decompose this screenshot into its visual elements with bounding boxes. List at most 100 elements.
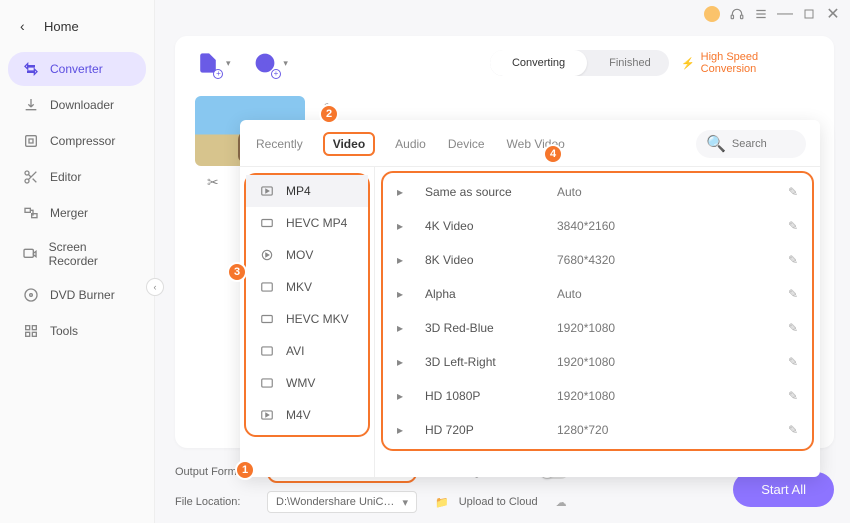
play-icon: ▸	[397, 219, 413, 233]
resolution-same-as-source[interactable]: ▸Same as sourceAuto✎	[383, 175, 812, 209]
format-panel: Recently Video Audio Device Web Video 🔍 …	[240, 120, 820, 477]
sidebar-item-label: Compressor	[50, 134, 115, 148]
play-icon: ▸	[397, 185, 413, 199]
video-file-icon	[258, 184, 276, 198]
tab-converting[interactable]: Converting	[490, 50, 587, 76]
format-wmv[interactable]: WMV	[246, 367, 368, 399]
video-file-icon	[258, 344, 276, 358]
sidebar-item-screen-recorder[interactable]: Screen Recorder	[8, 232, 146, 276]
format-avi[interactable]: AVI	[246, 335, 368, 367]
sidebar-item-label: Merger	[50, 206, 88, 220]
annotation-badge-2: 2	[319, 104, 339, 124]
resolution-hd-720p[interactable]: ▸HD 720P1280*720✎	[383, 413, 812, 447]
format-mov[interactable]: MOV	[246, 239, 368, 271]
add-folder-button[interactable]: + ▾	[252, 50, 277, 76]
edit-preset-icon[interactable]: ✎	[788, 423, 798, 437]
resolution-8k[interactable]: ▸8K Video7680*4320✎	[383, 243, 812, 277]
minimize-icon[interactable]: —	[778, 7, 792, 21]
video-file-icon	[258, 280, 276, 294]
resolution-hd-1080p[interactable]: ▸HD 1080P1920*1080✎	[383, 379, 812, 413]
format-mp4[interactable]: MP4	[246, 175, 368, 207]
sidebar-item-dvd-burner[interactable]: DVD Burner	[8, 278, 146, 312]
hevc-icon	[258, 312, 276, 326]
resolution-list: ▸Same as sourceAuto✎ ▸4K Video3840*2160✎…	[375, 167, 820, 477]
high-speed-conversion[interactable]: ⚡ High Speed Conversion	[681, 51, 814, 75]
tab-video[interactable]: Video	[323, 132, 375, 156]
sidebar-item-converter[interactable]: Converter	[8, 52, 146, 86]
play-icon: ▸	[397, 389, 413, 403]
maximize-icon[interactable]	[802, 7, 816, 21]
format-mkv[interactable]: MKV	[246, 271, 368, 303]
edit-preset-icon[interactable]: ✎	[788, 287, 798, 301]
play-icon: ▸	[397, 253, 413, 267]
play-icon: ▸	[397, 423, 413, 437]
plus-icon: +	[271, 69, 281, 79]
tab-finished[interactable]: Finished	[587, 50, 669, 76]
resolution-4k[interactable]: ▸4K Video3840*2160✎	[383, 209, 812, 243]
sidebar-item-label: DVD Burner	[50, 288, 115, 302]
hevc-icon	[258, 216, 276, 230]
tab-recently[interactable]: Recently	[254, 135, 305, 153]
edit-preset-icon[interactable]: ✎	[788, 219, 798, 233]
edit-preset-icon[interactable]: ✎	[788, 321, 798, 335]
record-icon	[22, 245, 39, 263]
headset-icon[interactable]	[730, 7, 744, 21]
file-location-label: File Location:	[175, 496, 257, 508]
resolution-3d-red-blue[interactable]: ▸3D Red-Blue1920*1080✎	[383, 311, 812, 345]
sidebar-item-compressor[interactable]: Compressor	[8, 124, 146, 158]
resolution-3d-left-right[interactable]: ▸3D Left-Right1920*1080✎	[383, 345, 812, 379]
resolution-alpha[interactable]: ▸AlphaAuto✎	[383, 277, 812, 311]
sidebar: ‹ Home Converter Downloader Compressor E…	[0, 0, 155, 523]
tab-device[interactable]: Device	[446, 135, 487, 153]
merge-icon	[22, 204, 40, 222]
format-m4v[interactable]: M4V	[246, 399, 368, 431]
sidebar-item-label: Downloader	[50, 98, 114, 112]
compress-icon	[22, 132, 40, 150]
search-icon: 🔍	[706, 134, 726, 154]
format-hevc-mkv[interactable]: HEVC MKV	[246, 303, 368, 335]
sidebar-item-tools[interactable]: Tools	[8, 314, 146, 348]
scissors-icon	[22, 168, 40, 186]
hamburger-icon[interactable]	[754, 7, 768, 21]
back-label: Home	[44, 19, 79, 34]
edit-preset-icon[interactable]: ✎	[788, 253, 798, 267]
file-location-select[interactable]: D:\Wondershare UniConverter 1 ▾	[267, 491, 417, 513]
edit-preset-icon[interactable]: ✎	[788, 389, 798, 403]
format-hevc-mp4[interactable]: HEVC MP4	[246, 207, 368, 239]
edit-preset-icon[interactable]: ✎	[788, 185, 798, 199]
video-file-icon	[258, 408, 276, 422]
play-icon: ▸	[397, 321, 413, 335]
annotation-badge-4: 4	[543, 144, 563, 164]
bolt-icon: ⚡	[681, 57, 695, 70]
search-input[interactable]	[732, 138, 802, 150]
cloud-icon[interactable]: ☁	[556, 496, 567, 509]
annotation-badge-3: 3	[227, 262, 247, 282]
chevron-left-icon: ‹	[154, 282, 157, 292]
format-search[interactable]: 🔍	[696, 130, 806, 158]
sidebar-collapse-handle[interactable]: ‹	[146, 278, 164, 296]
play-icon: ▸	[397, 355, 413, 369]
sidebar-item-merger[interactable]: Merger	[8, 196, 146, 230]
close-icon[interactable]: ✕	[826, 7, 840, 21]
start-all-button[interactable]: Start All	[733, 472, 834, 507]
sidebar-item-label: Converter	[50, 62, 103, 76]
add-file-button[interactable]: + ▾	[195, 50, 220, 76]
file-location-value: D:\Wondershare UniConverter 1	[276, 496, 396, 508]
profile-avatar[interactable]	[704, 6, 720, 22]
sidebar-item-editor[interactable]: Editor	[8, 160, 146, 194]
converter-icon	[22, 60, 40, 78]
format-list: MP4 HEVC MP4 MOV MKV HEVC MKV AVI WMV M4…	[240, 167, 375, 477]
download-icon	[22, 96, 40, 114]
tab-audio[interactable]: Audio	[393, 135, 428, 153]
video-file-icon	[258, 376, 276, 390]
edit-preset-icon[interactable]: ✎	[788, 355, 798, 369]
high-speed-label: High Speed Conversion	[701, 51, 814, 75]
video-file-icon	[258, 248, 276, 262]
back-home[interactable]: ‹ Home	[0, 10, 154, 42]
toolbar: + ▾ + ▾ Converting Finished ⚡ High Speed…	[195, 50, 814, 76]
main-area: — ✕ + ▾ + ▾ Converting Finished ⚡ High S…	[155, 0, 850, 523]
sidebar-item-downloader[interactable]: Downloader	[8, 88, 146, 122]
trim-icon[interactable]: ✂	[207, 174, 219, 191]
play-icon: ▸	[397, 287, 413, 301]
folder-icon[interactable]: 📁	[435, 496, 449, 509]
